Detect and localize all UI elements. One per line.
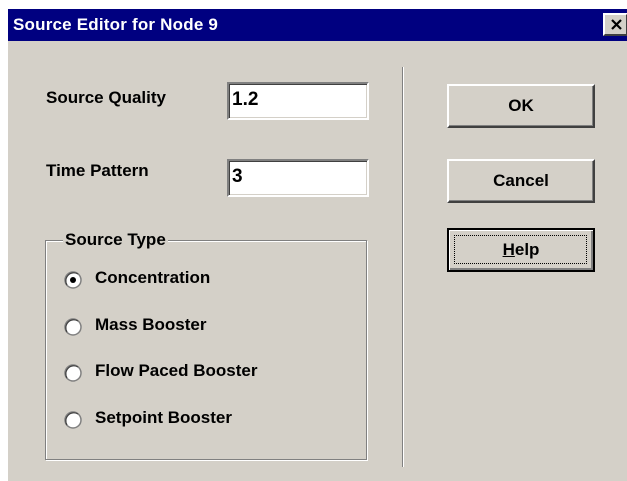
source-type-legend: Source Type [63,230,168,250]
cancel-button[interactable]: Cancel [447,159,595,203]
time-pattern-input[interactable]: 3 [227,159,369,197]
source-quality-label: Source Quality [46,88,166,107]
radio-selected-icon [64,271,82,289]
close-icon [611,19,622,30]
ok-button-label: OK [508,96,534,115]
radio-label: Mass Booster [95,315,207,334]
time-pattern-label: Time Pattern [46,161,149,180]
close-button[interactable] [603,13,627,36]
source-editor-dialog: Source Editor for Node 9 Source Quality … [7,9,627,481]
focus-ring [454,235,587,264]
cancel-button-label: Cancel [493,171,549,190]
window-title: Source Editor for Node 9 [13,15,219,34]
help-button[interactable]: Help [447,228,595,272]
ok-button[interactable]: OK [447,84,595,128]
title-bar[interactable]: Source Editor for Node 9 [8,9,627,41]
vertical-separator [402,67,404,467]
radio-label: Flow Paced Booster [95,361,258,380]
source-quality-input[interactable]: 1.2 [227,82,369,120]
radio-unselected-icon [64,411,82,429]
radio-label: Setpoint Booster [95,408,232,427]
radio-unselected-icon [64,364,82,382]
radio-unselected-icon [64,318,82,336]
radio-label: Concentration [95,268,211,287]
